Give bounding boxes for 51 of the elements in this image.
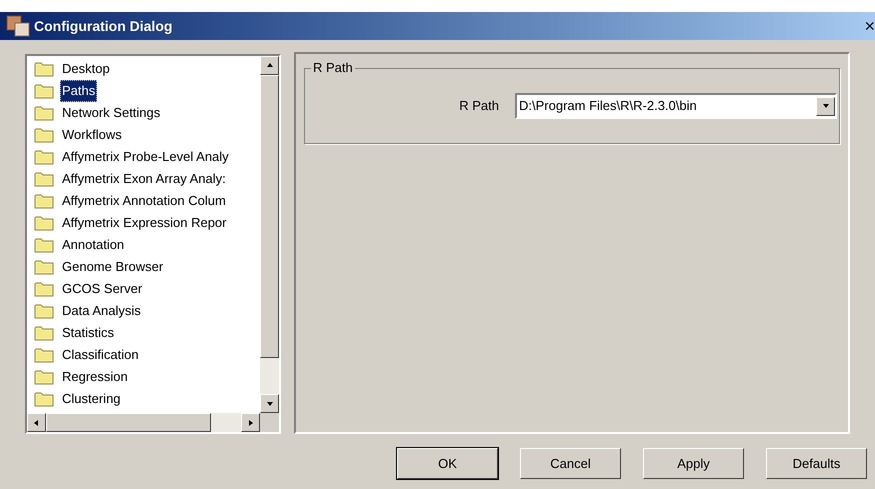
folder-icon	[34, 281, 54, 297]
path-dropdown[interactable]: D:\Program Files\R\R-2.3.0\bin	[515, 93, 837, 119]
scrollbar-corner	[260, 413, 279, 432]
folder-icon	[34, 171, 54, 187]
tree-item[interactable]: GCOS Server	[60, 279, 144, 299]
tree-item[interactable]: Network Settings	[60, 103, 162, 123]
folder-icon	[34, 215, 54, 231]
tree-item[interactable]: Affymetrix Exon Array Analy:	[60, 169, 228, 189]
dropdown-button[interactable]	[816, 96, 835, 116]
scrollbar[interactable]	[260, 56, 279, 413]
tree-item[interactable]: Affymetrix Probe-Level Analy	[60, 147, 231, 167]
folder-icon	[34, 391, 54, 407]
scroll-thumb[interactable]	[260, 75, 279, 358]
tree-item[interactable]: Affymetrix Expression Repor	[60, 213, 228, 233]
folder-icon	[34, 149, 54, 165]
horizontal-scrollbar[interactable]	[27, 413, 260, 432]
folder-icon	[34, 127, 54, 143]
tree-item[interactable]: Desktop	[60, 59, 112, 79]
folder-icon	[34, 61, 54, 77]
folder-icon	[34, 83, 54, 99]
scroll-up-button[interactable]	[260, 56, 279, 75]
scroll-left-button[interactable]	[27, 413, 46, 432]
dialog-button[interactable]: Apply	[643, 448, 744, 479]
scroll-thumb[interactable]	[46, 413, 211, 432]
dialog-button[interactable]: Cancel	[520, 448, 621, 479]
dialog-button[interactable]: OK	[397, 448, 498, 479]
scroll-right-button[interactable]	[241, 413, 260, 432]
scroll-down-button[interactable]	[260, 394, 279, 413]
tree-item[interactable]: Paths	[60, 80, 98, 102]
window-title: Configuration Dialog	[34, 16, 172, 36]
tree-item[interactable]: Annotation	[60, 235, 126, 255]
field-label: R Path	[459, 97, 499, 116]
tree-item[interactable]: Workflows	[60, 125, 124, 145]
tree-item[interactable]: Classification	[60, 345, 141, 365]
tree-item[interactable]: Genome Browser	[60, 257, 166, 277]
dialog-button[interactable]: Defaults	[766, 448, 867, 479]
folder-icon	[34, 105, 54, 121]
close-button[interactable]: ×	[864, 17, 875, 35]
tree-item[interactable]: Data Analysis	[60, 301, 143, 321]
folder-icon	[34, 303, 54, 319]
folder-icon	[34, 193, 54, 209]
tree-item[interactable]: Regression	[60, 367, 130, 387]
tree-item[interactable]: Statistics	[60, 323, 116, 343]
app-icon	[6, 15, 30, 37]
folder-icon	[34, 325, 54, 341]
tree-item[interactable]: Clustering	[60, 389, 123, 409]
folder-icon	[34, 237, 54, 253]
folder-icon	[34, 347, 54, 363]
folder-icon	[34, 259, 54, 275]
folder-icon	[34, 369, 54, 385]
tree-item[interactable]: Affymetrix Annotation Colum	[60, 191, 228, 211]
